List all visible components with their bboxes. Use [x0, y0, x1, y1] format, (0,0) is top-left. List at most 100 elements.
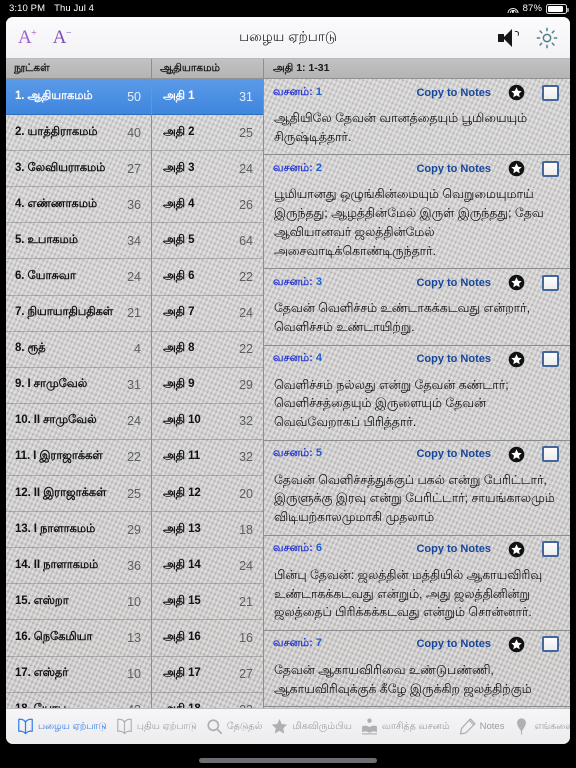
verse-checkbox[interactable] [542, 446, 559, 463]
chapter-row[interactable]: அதி 6 22 [152, 259, 263, 296]
chapter-label: அதி 1 [163, 89, 195, 102]
reader-icon [360, 717, 379, 736]
chapter-label: அதி 15 [163, 594, 201, 607]
book-label: 15. எஸ்றா [15, 594, 69, 607]
verse-block: வசனம்: 5 Copy to Notes தேவன் வெளிச்சத்துக்… [264, 441, 570, 536]
book-row[interactable]: 16. நெகேமியா 13 [6, 620, 151, 657]
book-label: 4. எண்ணாகமம் [15, 197, 97, 210]
book-row[interactable]: 4. எண்ணாகமம் 36 [6, 187, 151, 224]
verse-checkbox[interactable] [542, 274, 559, 291]
chapter-count: 32 [239, 414, 253, 429]
chapter-row[interactable]: அதி 3 24 [152, 151, 263, 188]
star-icon[interactable] [508, 160, 525, 177]
verse-text: தேவன் வெளிச்சத்துக்குப் பகல் என்று பேரிட… [274, 472, 555, 525]
chapter-row[interactable]: அதி 5 64 [152, 223, 263, 260]
chapter-count: 20 [239, 486, 253, 501]
book-row[interactable]: 10. II சாமுவேல் 24 [6, 404, 151, 440]
tab-open-book-0[interactable]: பழைய ஏற்பாடு [12, 717, 111, 736]
book-label: 10. II சாமுவேல் [15, 414, 97, 427]
chapters-list[interactable]: அதி 1 31 அதி 2 25 அதி 3 24 அதி 4 26 அதி 5 64 அதி 6… [152, 79, 263, 708]
copy-to-notes-button[interactable]: Copy to Notes [416, 353, 491, 365]
star-icon[interactable] [508, 351, 525, 368]
book-row[interactable]: 15. எஸ்றா 10 [6, 584, 151, 621]
status-time: 3:10 PM [9, 3, 46, 14]
tab-star-3[interactable]: மிகவிரும்பிய [266, 717, 356, 736]
book-row[interactable]: 3. லேவியராகமம் 27 [6, 151, 151, 188]
chapter-row[interactable]: அதி 4 26 [152, 187, 263, 224]
book-row[interactable]: 7. நியாயாதிபதிகள் 21 [6, 296, 151, 332]
book-row[interactable]: 5. உபாகமம் 34 [6, 223, 151, 260]
chapter-row[interactable]: அதி 16 16 [152, 620, 263, 657]
book-label: 3. லேவியராகமம் [15, 161, 106, 174]
book-row[interactable]: 18. யோபு 42 [6, 693, 151, 708]
chapter-row[interactable]: அதி 1 31 [152, 79, 263, 116]
chapter-row[interactable]: அதி 11 32 [152, 440, 263, 477]
book-row[interactable]: 11. I இராஜாக்கள் 22 [6, 440, 151, 477]
book-row[interactable]: 8. ரூத் 4 [6, 332, 151, 368]
speaker-icon[interactable] [498, 28, 520, 47]
decrease-font-button[interactable]: A − [53, 28, 72, 47]
book-row[interactable]: 12. II இராஜாக்கள் 25 [6, 476, 151, 513]
books-list[interactable]: 1. ஆதியாகமம் 50 2. யாத்திராகமம் 40 3. லேவியர… [6, 79, 151, 708]
tab-open-book-1[interactable]: புதிய ஏற்பாடு [111, 717, 201, 736]
verse-checkbox[interactable] [542, 351, 559, 368]
tab-reader-4[interactable]: வாசித்த வசனம் [356, 717, 454, 736]
book-count: 10 [127, 594, 141, 609]
tab-label: பழைய ஏற்பாடு [38, 720, 107, 732]
tab-label: தேடுதல் [226, 720, 263, 732]
chapter-row[interactable]: அதி 2 25 [152, 115, 263, 152]
star-icon[interactable] [508, 541, 525, 558]
verse-checkbox[interactable] [542, 636, 559, 653]
chapter-row[interactable]: அதி 14 24 [152, 548, 263, 585]
verse-block: வசனம்: 3 Copy to Notes தேவன் வெளிச்சம் உண்… [264, 269, 570, 346]
book-row[interactable]: 14. II நாளாகமம் 36 [6, 548, 151, 585]
tab-pencil-5[interactable]: Notes [454, 717, 509, 736]
book-count: 29 [127, 522, 141, 537]
copy-to-notes-button[interactable]: Copy to Notes [416, 543, 491, 555]
chapter-row[interactable]: அதி 10 32 [152, 404, 263, 440]
decrease-font-sup: − [65, 28, 72, 39]
verse-list[interactable]: வசனம்: 1 Copy to Notes ஆதியிலே தேவன் வானத்… [264, 79, 570, 708]
bottom-tab-bar: பழைய ஏற்பாடு புதிய ஏற்பாடு தேடுதல் மிகவிரும… [6, 708, 570, 744]
book-count: 24 [127, 270, 141, 285]
verse-block: வசனம்: 4 Copy to Notes வெளிச்சம் நல்லது என… [264, 346, 570, 441]
book-row[interactable]: 9. I சாமுவேல் 31 [6, 368, 151, 404]
copy-to-notes-button[interactable]: Copy to Notes [416, 163, 491, 175]
sun-icon[interactable] [536, 27, 558, 49]
chapter-row[interactable]: அதி 9 29 [152, 368, 263, 404]
book-row[interactable]: 6. யோசுவா 24 [6, 259, 151, 296]
star-icon[interactable] [508, 446, 525, 463]
copy-to-notes-button[interactable]: Copy to Notes [416, 638, 491, 650]
chapter-row[interactable]: அதி 13 18 [152, 512, 263, 549]
chapter-row[interactable]: அதி 7 24 [152, 296, 263, 332]
tab-pin-6[interactable]: எங்களைப்பற்றி [508, 717, 570, 736]
chapter-row[interactable]: அதி 18 33 [152, 693, 263, 708]
book-row[interactable]: 13. I நாளாகமம் 29 [6, 512, 151, 549]
increase-font-button[interactable]: A + [18, 28, 37, 47]
app-window: A + A − பழைய ஏற்பாடு நூட்கள் 1. ஆதியாகமம… [6, 17, 570, 744]
verse-checkbox[interactable] [542, 541, 559, 558]
book-count: 4 [134, 342, 141, 357]
chapter-count: 32 [239, 450, 253, 465]
book-label: 5. உபாகமம் [15, 233, 78, 246]
star-icon[interactable] [508, 636, 525, 653]
book-row[interactable]: 1. ஆதியாகமம் 50 [6, 79, 151, 116]
chapter-row[interactable]: அதி 8 22 [152, 332, 263, 368]
copy-to-notes-button[interactable]: Copy to Notes [416, 87, 491, 99]
chapter-row[interactable]: அதி 15 21 [152, 584, 263, 621]
copy-to-notes-button[interactable]: Copy to Notes [416, 277, 491, 289]
chapter-row[interactable]: அதி 12 20 [152, 476, 263, 513]
star-icon[interactable] [508, 84, 525, 101]
verse-checkbox[interactable] [542, 84, 559, 101]
star-icon[interactable] [508, 274, 525, 291]
copy-to-notes-button[interactable]: Copy to Notes [416, 448, 491, 460]
tab-search-2[interactable]: தேடுதல் [201, 717, 267, 736]
book-row[interactable]: 2. யாத்திராகமம் 40 [6, 115, 151, 152]
book-count: 36 [127, 558, 141, 573]
chapter-row[interactable]: அதி 17 27 [152, 657, 263, 693]
book-count: 31 [127, 378, 141, 393]
verse-checkbox[interactable] [542, 160, 559, 177]
chapter-label: அதி 5 [163, 233, 195, 246]
content-area: நூட்கள் 1. ஆதியாகமம் 50 2. யாத்திராகமம் 40 3… [6, 59, 570, 708]
book-row[interactable]: 17. எஸ்தர் 10 [6, 657, 151, 693]
